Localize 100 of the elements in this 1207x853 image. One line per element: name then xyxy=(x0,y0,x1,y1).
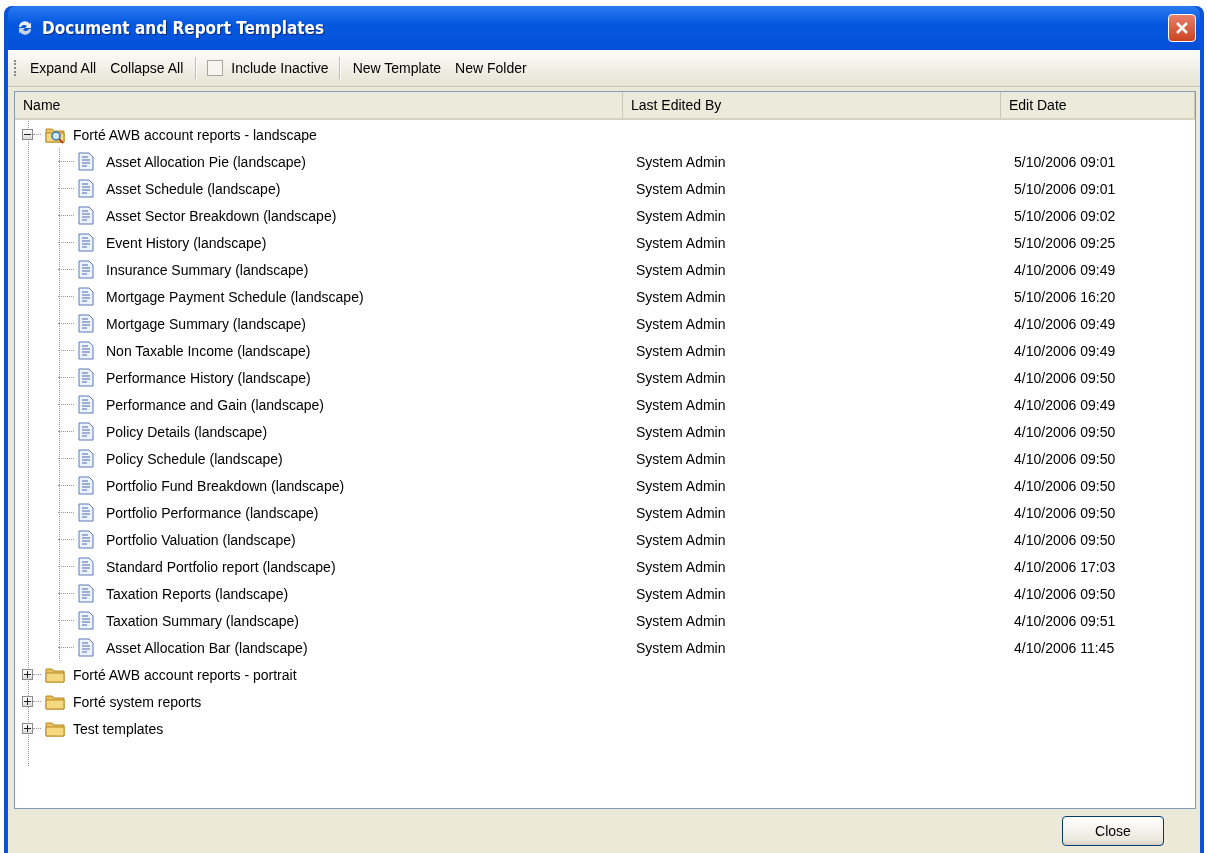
minus-icon xyxy=(24,131,31,138)
document-icon xyxy=(78,341,94,360)
close-button[interactable] xyxy=(1168,14,1196,42)
table-cell-text: System Admin xyxy=(635,477,727,494)
table-cell-text: 4/10/2006 09:50 xyxy=(1013,531,1117,548)
document-icon xyxy=(78,152,94,171)
document-icon xyxy=(78,476,94,495)
table-cell-text: 4/10/2006 17:03 xyxy=(1013,558,1117,575)
table-cell-text: 4/10/2006 09:50 xyxy=(1013,585,1117,602)
folder-label[interactable]: Forté AWB account reports - landscape xyxy=(73,126,317,143)
template-name[interactable]: Portfolio Fund Breakdown (landscape) xyxy=(106,477,345,494)
window-title: Document and Report Templates xyxy=(42,18,326,38)
table-cell-text: System Admin xyxy=(635,639,727,656)
expand-button[interactable] xyxy=(22,669,33,680)
column-header[interactable]: Edit Date xyxy=(1009,97,1067,113)
table-cell-text: 5/10/2006 09:01 xyxy=(1013,180,1117,197)
table-cell-text: System Admin xyxy=(635,396,727,413)
document-icon xyxy=(78,206,94,225)
folder-icon xyxy=(45,692,65,711)
table-cell-text: 5/10/2006 16:20 xyxy=(1013,288,1117,305)
toolbar-button[interactable]: Collapse All xyxy=(108,58,186,78)
close-icon xyxy=(1174,20,1190,36)
template-name[interactable]: Standard Portfolio report (landscape) xyxy=(106,558,336,575)
document-icon xyxy=(78,611,94,630)
table-cell-text: 4/10/2006 09:50 xyxy=(1013,477,1117,494)
expand-button[interactable] xyxy=(22,696,33,707)
plus-icon xyxy=(24,725,31,732)
template-name[interactable]: Performance and Gain (landscape) xyxy=(106,396,324,413)
checkbox[interactable] xyxy=(207,60,224,76)
template-name[interactable]: Portfolio Valuation (landscape) xyxy=(106,531,296,548)
table-cell-text: 4/10/2006 09:49 xyxy=(1013,315,1117,332)
table-cell-text: System Admin xyxy=(635,315,727,332)
table-cell-text: 4/10/2006 09:50 xyxy=(1013,423,1117,440)
table-cell-text: 4/10/2006 09:50 xyxy=(1013,504,1117,521)
table-cell-text: 4/10/2006 09:49 xyxy=(1013,342,1117,359)
column-header[interactable]: Name xyxy=(23,97,61,113)
table-cell-text: 4/10/2006 09:50 xyxy=(1013,450,1117,467)
document-icon xyxy=(78,422,94,441)
template-name[interactable]: Performance History (landscape) xyxy=(106,369,311,386)
table-cell-text: System Admin xyxy=(635,585,727,602)
template-name[interactable]: Non Taxable Income (landscape) xyxy=(106,342,311,359)
table-cell-text: System Admin xyxy=(635,558,727,575)
table-cell-text: 5/10/2006 09:02 xyxy=(1013,207,1117,224)
table-cell-text: System Admin xyxy=(635,612,727,629)
document-icon xyxy=(78,638,94,657)
document-icon xyxy=(78,179,94,198)
table-cell-text: System Admin xyxy=(635,342,727,359)
table-cell-text: System Admin xyxy=(635,369,727,386)
document-icon xyxy=(78,233,94,252)
template-name[interactable]: Asset Allocation Pie (landscape) xyxy=(106,153,306,170)
folder-icon xyxy=(45,719,65,738)
document-icon xyxy=(78,368,94,387)
toolbar-button[interactable]: New Template xyxy=(350,58,444,78)
table-cell-text: System Admin xyxy=(635,180,727,197)
collapse-button[interactable] xyxy=(22,129,33,140)
toolbar-button[interactable]: New Folder xyxy=(453,58,529,78)
template-name[interactable]: Taxation Reports (landscape) xyxy=(106,585,289,602)
table-cell-text: 4/10/2006 09:50 xyxy=(1013,369,1117,386)
document-icon xyxy=(78,287,94,306)
table-cell-text: System Admin xyxy=(635,261,727,278)
template-name[interactable]: Asset Schedule (landscape) xyxy=(106,180,281,197)
table-cell-text: System Admin xyxy=(635,207,727,224)
document-icon xyxy=(78,557,94,576)
table-cell-text: 5/10/2006 09:25 xyxy=(1013,234,1117,251)
template-name[interactable]: Asset Sector Breakdown (landscape) xyxy=(106,207,337,224)
document-icon xyxy=(78,530,94,549)
table-cell-text: System Admin xyxy=(635,450,727,467)
folder-label[interactable]: Forté system reports xyxy=(73,693,202,710)
table-cell-text: System Admin xyxy=(635,504,727,521)
table-cell-text: System Admin xyxy=(635,288,727,305)
template-name[interactable]: Mortgage Payment Schedule (landscape) xyxy=(106,288,364,305)
folder-label[interactable]: Forté AWB account reports - portrait xyxy=(73,666,297,683)
close-button[interactable]: Close xyxy=(1062,816,1164,846)
table-cell-text: System Admin xyxy=(635,153,727,170)
document-icon xyxy=(78,395,94,414)
folder-icon xyxy=(45,665,65,684)
table-cell-text: System Admin xyxy=(635,531,727,548)
document-icon xyxy=(78,584,94,603)
table-cell-text: 4/10/2006 09:49 xyxy=(1013,396,1117,413)
folder-label[interactable]: Test templates xyxy=(73,720,164,737)
template-name[interactable]: Policy Schedule (landscape) xyxy=(106,450,283,467)
table-cell-text: 5/10/2006 09:01 xyxy=(1013,153,1117,170)
folder-search-icon xyxy=(45,125,65,144)
table-cell-text: 4/10/2006 11:45 xyxy=(1013,639,1116,656)
plus-icon xyxy=(24,671,31,678)
template-name[interactable]: Asset Allocation Bar (landscape) xyxy=(106,639,308,656)
document-icon xyxy=(78,260,94,279)
checkbox-label[interactable]: Include Inactive xyxy=(231,60,329,76)
expand-button[interactable] xyxy=(22,723,33,734)
template-name[interactable]: Event History (landscape) xyxy=(106,234,267,251)
template-name[interactable]: Portfolio Performance (landscape) xyxy=(106,504,319,521)
toolbar-button[interactable]: Expand All xyxy=(28,58,99,78)
column-header[interactable]: Last Edited By xyxy=(631,97,722,113)
template-name[interactable]: Insurance Summary (landscape) xyxy=(106,261,309,278)
template-name[interactable]: Mortgage Summary (landscape) xyxy=(106,315,306,332)
table-cell-text: 4/10/2006 09:51 xyxy=(1013,612,1117,629)
table-cell-text: 4/10/2006 09:49 xyxy=(1013,261,1117,278)
template-name[interactable]: Taxation Summary (landscape) xyxy=(106,612,299,629)
template-name[interactable]: Policy Details (landscape) xyxy=(106,423,268,440)
refresh-icon xyxy=(16,19,34,37)
